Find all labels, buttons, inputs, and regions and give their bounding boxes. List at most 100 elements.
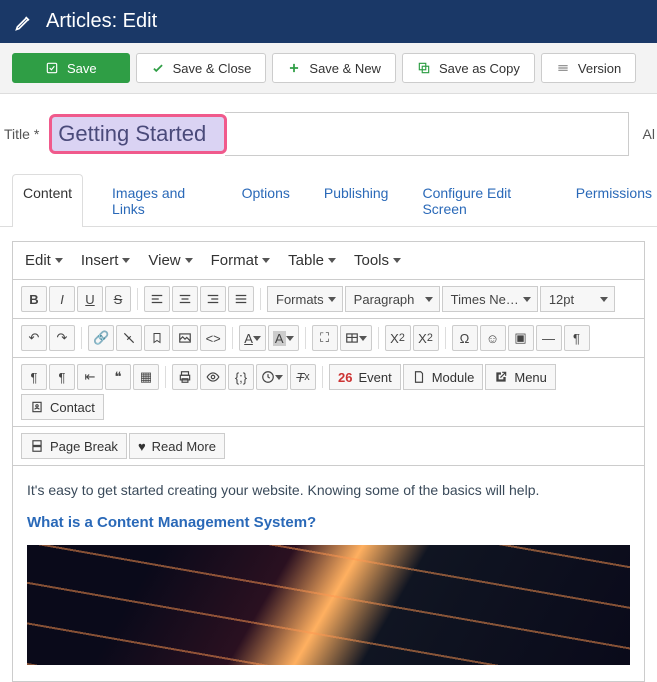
save-button[interactable]: Save — [12, 53, 130, 83]
chevron-down-icon — [262, 258, 270, 263]
save-close-label: Save & Close — [173, 61, 252, 76]
image-button[interactable] — [172, 325, 198, 351]
address-book-icon — [30, 400, 44, 414]
hr-button[interactable]: — — [536, 325, 562, 351]
clear-format-button[interactable]: Tx — [290, 364, 316, 390]
tab-configure-edit-screen[interactable]: Configure Edit Screen — [417, 174, 546, 227]
source-button[interactable]: <> — [200, 325, 226, 351]
external-icon — [494, 370, 508, 384]
bold-button[interactable]: B — [21, 286, 47, 312]
underline-button[interactable]: U — [77, 286, 103, 312]
redo-button[interactable]: ↷ — [49, 325, 75, 351]
template-button[interactable]: {;} — [228, 364, 254, 390]
editor: Edit Insert View Format Table Tools B I … — [12, 241, 645, 682]
italic-button[interactable]: I — [49, 286, 75, 312]
versions-button[interactable]: Version — [541, 53, 636, 83]
editor-toolbar-row2: ↶ ↷ 🔗 <> A A ⛶ X2 X2 Ω ☺ ▣ — ¶ — [13, 319, 644, 358]
print-button[interactable] — [172, 364, 198, 390]
align-justify-button[interactable] — [228, 286, 254, 312]
title-field-border[interactable] — [225, 112, 628, 156]
outdent-button[interactable]: ⇤ — [77, 364, 103, 390]
font-select[interactable]: Times Ne… — [442, 286, 538, 312]
align-right-button[interactable] — [200, 286, 226, 312]
intro-paragraph: It's easy to get started creating your w… — [27, 482, 630, 498]
editor-toolbar-row3: ¶ ¶ ⇤ ❝ ▦ {;} Tx 26Event Module Menu Con… — [13, 358, 644, 427]
tab-options[interactable]: Options — [237, 174, 295, 227]
chevron-down-icon — [523, 297, 531, 302]
align-center-button[interactable] — [172, 286, 198, 312]
separator — [232, 327, 233, 349]
editor-toolbar-row4: Page Break ♥Read More — [13, 427, 644, 466]
separator — [260, 288, 261, 310]
rtl-button[interactable]: ¶ — [49, 364, 75, 390]
contact-button[interactable]: Contact — [21, 394, 104, 420]
save-copy-label: Save as Copy — [439, 61, 520, 76]
pencil-icon — [14, 12, 34, 32]
chevron-down-icon — [253, 336, 261, 341]
separator — [81, 327, 82, 349]
table-button[interactable] — [340, 325, 372, 351]
readmore-button[interactable]: ♥Read More — [129, 433, 225, 459]
pagebreak-button[interactable]: Page Break — [21, 433, 127, 459]
fullscreen-button[interactable]: ⛶ — [312, 325, 338, 351]
media-button[interactable]: ▣ — [508, 325, 534, 351]
module-button[interactable]: Module — [403, 364, 484, 390]
show-invisibles-button[interactable]: ¶ — [564, 325, 590, 351]
chevron-down-icon — [55, 258, 63, 263]
strikethrough-button[interactable]: S — [105, 286, 131, 312]
tab-images-links[interactable]: Images and Links — [107, 174, 213, 227]
tab-publishing[interactable]: Publishing — [319, 174, 394, 227]
unlink-button[interactable] — [116, 325, 142, 351]
title-field-label: Title * — [0, 126, 49, 142]
tabs: Content Images and Links Options Publish… — [0, 174, 657, 227]
emoji-button[interactable]: ☺ — [480, 325, 506, 351]
editor-wrap: Edit Insert View Format Table Tools B I … — [0, 227, 657, 682]
editor-menubar: Edit Insert View Format Table Tools — [13, 242, 644, 280]
print-icon — [178, 370, 192, 384]
eye-icon — [205, 370, 221, 384]
preview-button[interactable] — [200, 364, 226, 390]
tab-permissions[interactable]: Permissions — [571, 174, 657, 227]
menu-insert[interactable]: Insert — [81, 252, 131, 269]
page-header: Articles: Edit — [0, 0, 657, 43]
superscript-button[interactable]: X2 — [413, 325, 439, 351]
bookmark-icon — [151, 331, 163, 345]
menu-format[interactable]: Format — [211, 252, 271, 269]
align-justify-icon — [234, 292, 248, 306]
chevron-down-icon — [425, 297, 433, 302]
text-color-button[interactable]: A — [239, 325, 266, 351]
chevron-down-icon — [328, 297, 336, 302]
ltr-button[interactable]: ¶ — [21, 364, 47, 390]
chevron-down-icon — [359, 336, 367, 341]
save-new-button[interactable]: Save & New — [272, 53, 396, 83]
title-input[interactable] — [58, 121, 218, 147]
save-close-button[interactable]: Save & Close — [136, 53, 267, 83]
block-select[interactable]: Paragraph — [345, 286, 440, 312]
chevron-down-icon — [600, 297, 608, 302]
menu-view[interactable]: View — [148, 252, 192, 269]
blockquote-button[interactable]: ❝ — [105, 364, 131, 390]
clock-icon — [261, 370, 275, 384]
menu-tools[interactable]: Tools — [354, 252, 401, 269]
tab-content[interactable]: Content — [12, 174, 83, 227]
menu-button[interactable]: Menu — [485, 364, 556, 390]
save-copy-button[interactable]: Save as Copy — [402, 53, 535, 83]
menu-edit[interactable]: Edit — [25, 252, 63, 269]
copy-icon — [417, 61, 431, 75]
page-break-icon — [30, 439, 44, 453]
datetime-button[interactable] — [256, 364, 288, 390]
unlink-icon — [122, 331, 136, 345]
formats-select[interactable]: Formats — [267, 286, 343, 312]
link-button[interactable]: 🔗 — [88, 325, 114, 351]
size-select[interactable]: 12pt — [540, 286, 615, 312]
undo-button[interactable]: ↶ — [21, 325, 47, 351]
menu-table[interactable]: Table — [288, 252, 336, 269]
event-button[interactable]: 26Event — [329, 364, 401, 390]
paste-button[interactable]: ▦ — [133, 364, 159, 390]
subscript-button[interactable]: X2 — [385, 325, 411, 351]
bookmark-button[interactable] — [144, 325, 170, 351]
bg-color-button[interactable]: A — [268, 325, 299, 351]
align-left-button[interactable] — [144, 286, 170, 312]
special-char-button[interactable]: Ω — [452, 325, 478, 351]
editor-content[interactable]: It's easy to get started creating your w… — [13, 466, 644, 681]
